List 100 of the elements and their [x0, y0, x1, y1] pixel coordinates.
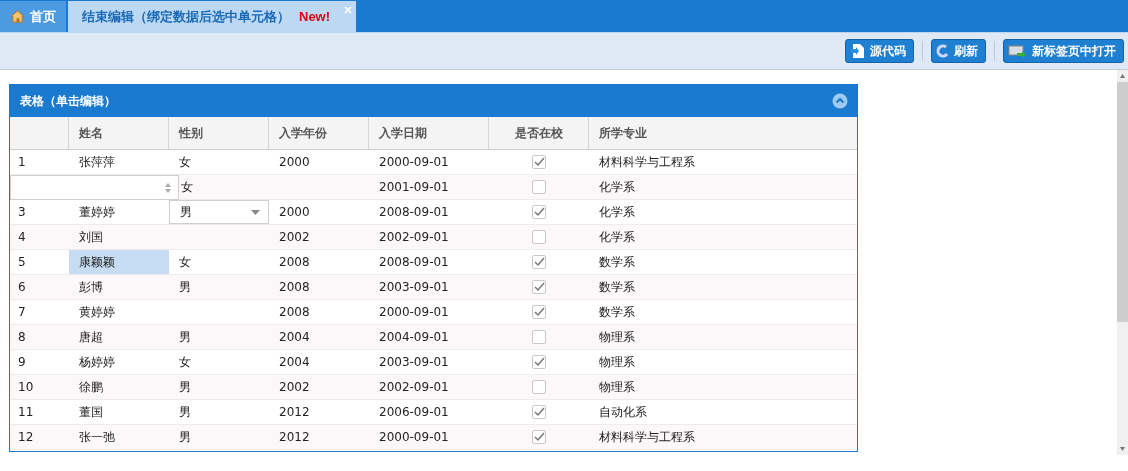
table-cell[interactable]: 2001-09-01 — [369, 175, 489, 199]
column-header[interactable]: 所学专业 — [589, 117, 857, 149]
table-cell[interactable]: 黄婷婷 — [69, 300, 169, 324]
scrollbar[interactable] — [1117, 70, 1128, 455]
table-cell[interactable]: 2002 — [269, 375, 369, 399]
column-header[interactable]: 性别 — [169, 117, 269, 149]
tab[interactable]: 结束编辑（绑定数据后选中单元格） New! — [68, 1, 357, 32]
row-number: 12 — [17, 429, 35, 446]
table-cell[interactable]: 徐鹏 — [69, 375, 169, 399]
table-cell[interactable]: 2006-09-01 — [369, 400, 489, 424]
table-cell[interactable]: 刘国 — [69, 225, 169, 249]
row-number: 3 — [17, 204, 27, 221]
table-cell[interactable]: 杨婷婷 — [69, 350, 169, 374]
table-cell[interactable]: 物理系 — [589, 350, 857, 374]
column-header[interactable]: 入学日期 — [369, 117, 489, 149]
tab-label: 首页 — [30, 7, 56, 26]
checkbox[interactable] — [532, 255, 546, 269]
table-cell[interactable]: 2012 — [269, 425, 369, 449]
table-cell[interactable]: 物理系 — [589, 375, 857, 399]
spinner-field[interactable] — [10, 175, 179, 200]
table-cell[interactable]: 材料科学与工程系 — [589, 425, 857, 449]
toolbar-button[interactable]: 新标签页中打开 — [1003, 39, 1124, 63]
checkbox[interactable] — [532, 355, 546, 369]
row-number: 4 — [17, 229, 27, 246]
column-header[interactable]: 是否在校 — [489, 117, 589, 149]
table-cell[interactable]: 2002-09-01 — [369, 375, 489, 399]
table-cell[interactable]: 自动化系 — [589, 400, 857, 424]
toolbar-button[interactable]: 刷新 — [931, 39, 986, 63]
gender-dropdown[interactable]: 男 — [169, 200, 269, 224]
table-cell[interactable]: 男 — [179, 428, 191, 446]
table-cell[interactable]: 2004-09-01 — [369, 325, 489, 349]
table-cell[interactable]: 2000 — [269, 200, 369, 224]
row-number: 6 — [17, 279, 27, 296]
table-cell[interactable]: 2000-09-01 — [369, 425, 489, 449]
checkbox[interactable] — [532, 330, 546, 344]
row-number: 5 — [17, 254, 27, 271]
table-cell[interactable]: 2008 — [269, 275, 369, 299]
table-cell[interactable]: 2003-09-01 — [369, 275, 489, 299]
table-cell[interactable]: 2002 — [269, 225, 369, 249]
table-cell[interactable]: 男 — [179, 403, 191, 421]
window-arrow-icon — [1008, 43, 1028, 59]
table-cell[interactable]: 彭博 — [69, 275, 169, 299]
table-cell[interactable]: 董国 — [69, 400, 169, 424]
table-cell[interactable]: 女 — [179, 253, 191, 271]
table-cell[interactable]: 化学系 — [589, 225, 857, 249]
collapse-icon[interactable] — [832, 93, 848, 109]
table-cell[interactable]: 张萍萍 — [69, 150, 169, 174]
checkbox[interactable] — [532, 280, 546, 294]
table-cell[interactable]: 2000-09-01 — [369, 300, 489, 324]
checkbox[interactable] — [532, 380, 546, 394]
table-cell[interactable]: 2004 — [269, 325, 369, 349]
column-header[interactable]: 入学年份 — [269, 117, 369, 149]
checkbox[interactable] — [532, 405, 546, 419]
table-cell[interactable]: 女 — [181, 178, 193, 196]
table-cell[interactable]: 2008 — [269, 300, 369, 324]
table-cell[interactable]: 男 — [179, 278, 191, 296]
table-cell[interactable]: 女 — [179, 353, 191, 371]
table-cell[interactable]: 2000 — [269, 150, 369, 174]
table-cell[interactable]: 物理系 — [589, 325, 857, 349]
table-cell[interactable]: 男 — [179, 328, 191, 346]
row-number: 1 — [17, 154, 27, 171]
column-header[interactable]: 姓名 — [69, 117, 169, 149]
table-cell[interactable]: 2008 — [269, 250, 369, 274]
document-arrow-icon — [850, 43, 866, 59]
checkbox[interactable] — [532, 180, 546, 194]
panel-title: 表格（单击编辑） — [20, 92, 116, 110]
refresh-icon — [936, 44, 950, 58]
row-number: 9 — [17, 354, 27, 371]
table-cell[interactable]: 化学系 — [589, 175, 857, 199]
table-cell[interactable]: 2012 — [269, 400, 369, 424]
table-cell[interactable]: 2002-09-01 — [369, 225, 489, 249]
row-number: 8 — [17, 329, 27, 346]
checkbox[interactable] — [532, 205, 546, 219]
toolbar-button[interactable]: 源代码 — [845, 39, 914, 63]
table-cell[interactable]: 化学系 — [589, 200, 857, 224]
row-number: 10 — [17, 379, 35, 396]
table-cell[interactable]: 康颖颖 — [69, 250, 169, 274]
table-cell[interactable]: 数学系 — [589, 300, 857, 324]
table-cell[interactable]: 男 — [179, 378, 191, 396]
table-cell[interactable]: 2008-09-01 — [369, 250, 489, 274]
checkbox[interactable] — [532, 430, 546, 444]
new-label: New! — [299, 9, 331, 24]
table-cell[interactable]: 唐超 — [69, 325, 169, 349]
table-cell[interactable]: 2000-09-01 — [369, 150, 489, 174]
table-cell[interactable]: 2008-09-01 — [369, 200, 489, 224]
table-cell[interactable]: 2004 — [269, 350, 369, 374]
table-cell[interactable]: 女 — [179, 153, 191, 171]
row-number: 7 — [17, 304, 27, 321]
table-cell[interactable]: 数学系 — [589, 250, 857, 274]
home-icon — [10, 9, 25, 24]
table-cell[interactable]: 张一弛 — [69, 425, 169, 449]
table-cell[interactable]: 董婷婷 — [69, 200, 169, 224]
checkbox[interactable] — [532, 305, 546, 319]
table-cell[interactable]: 数学系 — [589, 275, 857, 299]
checkbox[interactable] — [532, 155, 546, 169]
table-cell[interactable]: 2003-09-01 — [369, 350, 489, 374]
table-cell[interactable]: 材料科学与工程系 — [589, 150, 857, 174]
tab-label: 结束编辑（绑定数据后选中单元格） — [82, 7, 290, 26]
checkbox[interactable] — [532, 230, 546, 244]
spinner-arrows-icon[interactable] — [164, 181, 172, 194]
